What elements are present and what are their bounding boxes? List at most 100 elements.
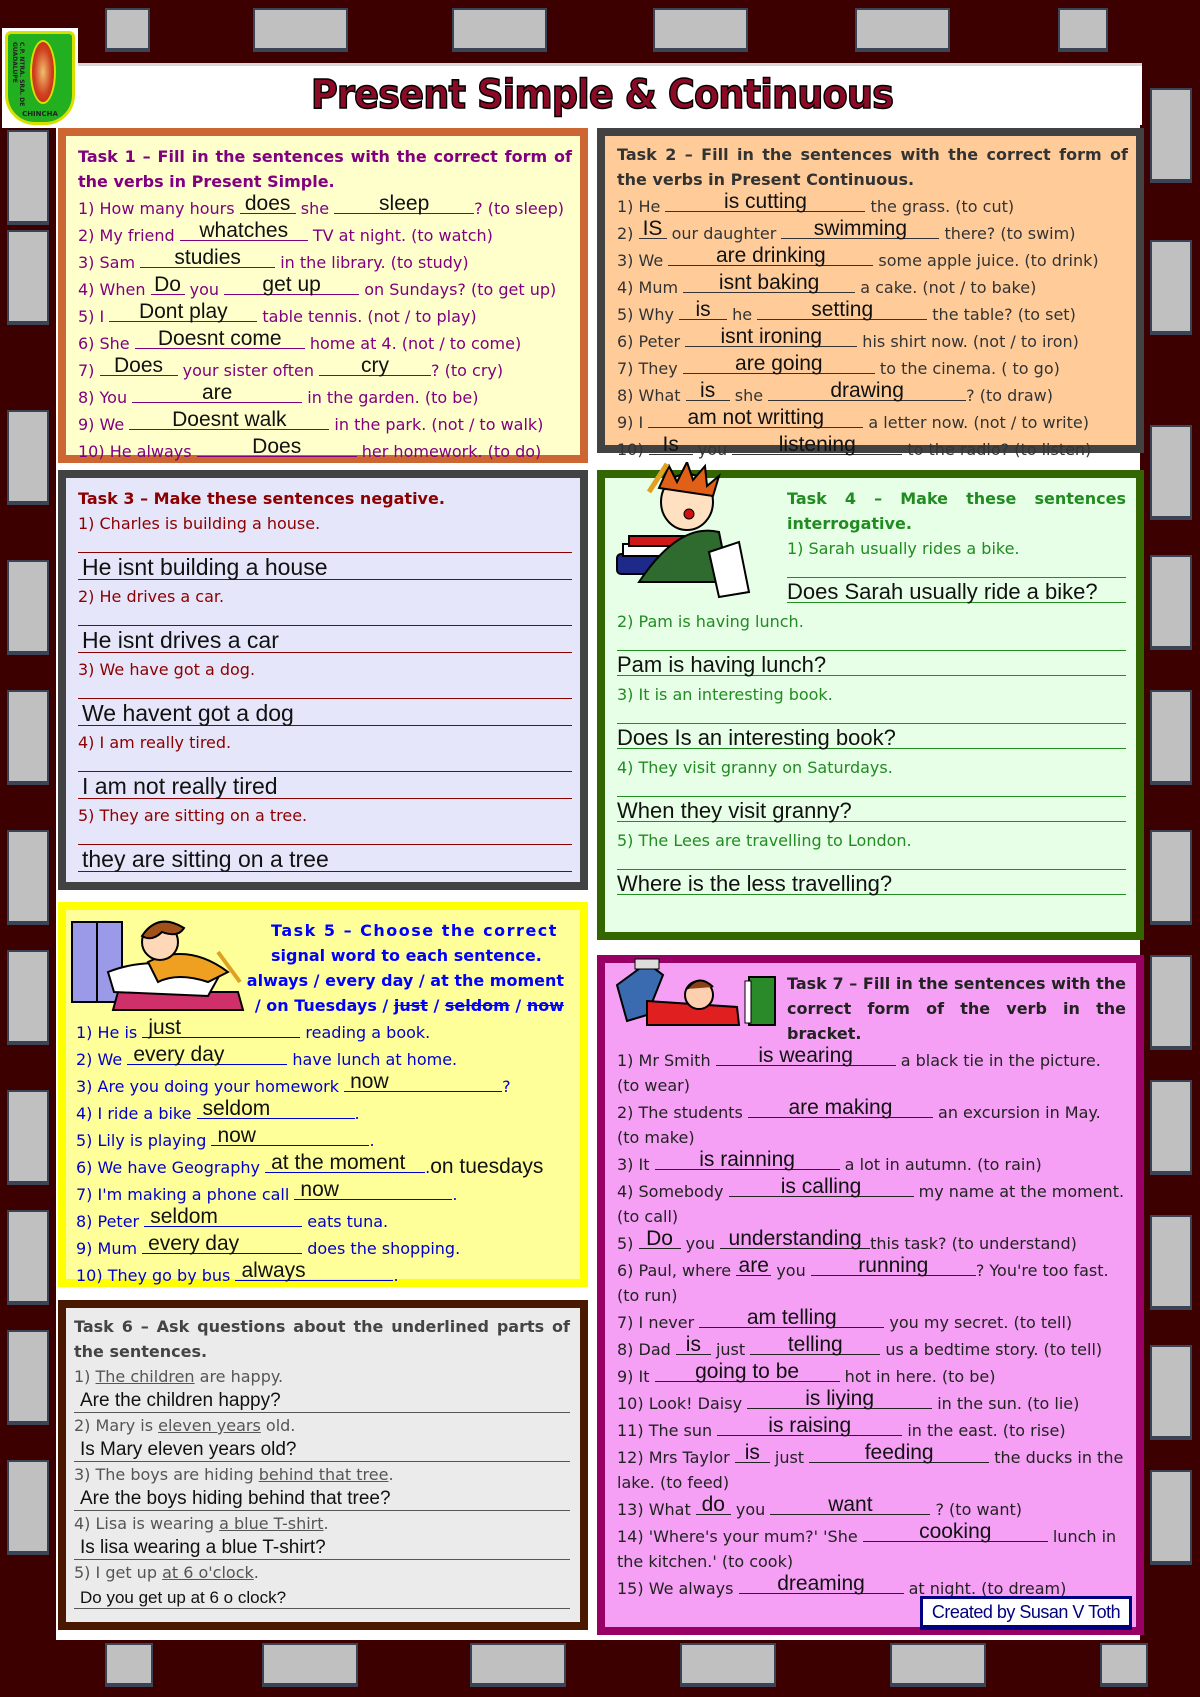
sentence-text: old.: [260, 1416, 296, 1435]
answer-blank[interactable]: is calling: [728, 1176, 914, 1198]
answer-blank[interactable]: swimming: [781, 218, 940, 240]
answer-blank[interactable]: are: [736, 1255, 772, 1277]
sentence-text: our daughter: [666, 224, 782, 243]
answer-line[interactable]: Do you get up at 6 o clock?: [74, 1585, 570, 1609]
answer-line[interactable]: We havent got a dog: [78, 698, 572, 726]
answer-blank[interactable]: whatches: [179, 220, 308, 242]
answer-blank[interactable]: is rainning: [654, 1149, 840, 1171]
answer-blank[interactable]: just: [142, 1016, 301, 1039]
answer-blank[interactable]: seldom: [196, 1098, 355, 1120]
exercise-item: 14) 'Where's your mum?' 'She cooking lun…: [617, 1521, 1126, 1574]
exercise-item: 10) He always Does her homework. (to do): [78, 436, 572, 464]
answer-blank[interactable]: do: [695, 1493, 731, 1516]
answer-blank[interactable]: Is: [648, 434, 693, 456]
task-7-fill-in: Task 7 – Fill in the sentences with the …: [597, 955, 1144, 1635]
answer-blank[interactable]: is liying: [747, 1387, 933, 1410]
answer-text: Do you get up at 6 o clock?: [80, 1588, 287, 1607]
answer-text: studies: [174, 246, 241, 269]
answer-blank[interactable]: isnt baking: [683, 272, 856, 294]
task-1-present-simple: Task 1 – Fill in the sentences with the …: [58, 128, 588, 463]
answer-blank[interactable]: Do: [638, 1228, 681, 1250]
answer-blank[interactable]: every day: [127, 1044, 288, 1066]
answer-blank[interactable]: Doesnt walk: [129, 409, 330, 431]
exercise-item: 6) Peter isnt ironing his shirt now. (no…: [617, 326, 1128, 354]
answer-line[interactable]: He isnt building a house: [78, 552, 572, 580]
answer-blank[interactable]: seldom: [144, 1205, 303, 1228]
answer-blank[interactable]: are making: [747, 1097, 933, 1119]
answer-blank[interactable]: drawing: [768, 380, 967, 402]
boy-reading-book-icon: [607, 955, 777, 1045]
underlined-part: behind that tree: [258, 1465, 389, 1484]
answer-blank[interactable]: does: [239, 193, 296, 215]
answer-blank[interactable]: want: [770, 1494, 931, 1516]
answer-line[interactable]: He isnt drives a car: [78, 625, 572, 653]
answer-blank[interactable]: dreaming: [738, 1573, 904, 1595]
answer-blank[interactable]: cooking: [862, 1521, 1048, 1543]
answer-blank[interactable]: Does: [196, 436, 357, 458]
answer-blank[interactable]: listening: [732, 434, 903, 456]
answer-line[interactable]: Is lisa wearing a blue T-shirt?: [74, 1536, 570, 1560]
film-hole: [105, 1643, 153, 1687]
answer-blank[interactable]: is cutting: [665, 190, 866, 213]
answer-blank[interactable]: studies: [140, 246, 276, 269]
answer-blank[interactable]: now: [294, 1179, 453, 1201]
answer-blank[interactable]: Does: [99, 355, 178, 377]
answer-line[interactable]: Where is the less travelling?: [617, 869, 1126, 896]
answer-blank[interactable]: is: [679, 299, 728, 321]
answer-line[interactable]: Pam is having lunch?: [617, 650, 1126, 677]
answer-text: seldom: [150, 1205, 218, 1228]
separator: /: [427, 996, 445, 1015]
girl-studying-icon: [68, 912, 268, 1012]
answer-blank[interactable]: am not writting: [648, 407, 864, 429]
answer-blank[interactable]: get up: [224, 274, 360, 296]
answer-blank[interactable]: now: [344, 1071, 503, 1093]
answer-blank[interactable]: Dont play: [109, 301, 258, 323]
answer-blank[interactable]: every day: [142, 1233, 303, 1255]
answer-blank[interactable]: am telling: [699, 1307, 885, 1329]
sentence-text: 6) Paul, where: [617, 1261, 737, 1280]
answer-blank[interactable]: are going: [682, 353, 875, 375]
answer-line[interactable]: Are the boys hiding behind that tree?: [74, 1487, 570, 1511]
answer-blank[interactable]: IS: [638, 218, 667, 240]
answer-blank[interactable]: telling: [750, 1334, 881, 1356]
answer-text: is liying: [805, 1387, 875, 1410]
answer-blank[interactable]: at the moment: [265, 1152, 426, 1174]
answer-line[interactable]: When they visit granny?: [617, 796, 1126, 823]
answer-line[interactable]: Does Is an interesting book?: [617, 723, 1126, 750]
answer-blank[interactable]: Doesnt come: [134, 328, 305, 350]
answer-blank[interactable]: Do: [150, 274, 185, 296]
exercise-item: 5) I Dont play table tennis. (not / to p…: [78, 301, 572, 329]
sentence-text: does the shopping.: [302, 1239, 461, 1258]
answer-blank[interactable]: feeding: [809, 1442, 990, 1464]
sentence-text: 7): [78, 361, 100, 380]
answer-blank[interactable]: is wearing: [715, 1045, 896, 1067]
answer-blank[interactable]: is: [734, 1442, 770, 1464]
answer-blank[interactable]: is: [675, 1334, 711, 1356]
answer-blank[interactable]: running: [810, 1255, 976, 1277]
sentence-text: 1) He is: [76, 1023, 143, 1042]
answer-line[interactable]: they are sitting on a tree: [78, 844, 572, 872]
answer-text: do: [701, 1493, 725, 1516]
answer-blank[interactable]: going to be: [654, 1361, 840, 1383]
answer-blank[interactable]: are: [132, 382, 303, 404]
answer-blank[interactable]: are drinking: [668, 245, 874, 267]
answer-line[interactable]: Are the children happy?: [74, 1389, 570, 1413]
answer-blank[interactable]: always: [235, 1260, 394, 1282]
answer-blank[interactable]: setting: [757, 299, 928, 321]
answer-blank[interactable]: is: [685, 380, 730, 402]
answer-line[interactable]: I am not really tired: [78, 771, 572, 799]
exercise-item: 6) We have Geography at the moment .on tu…: [76, 1152, 572, 1180]
answer-line[interactable]: Is Mary eleven years old?: [74, 1438, 570, 1462]
answer-blank[interactable]: sleep: [334, 193, 475, 215]
answer-blank[interactable]: cry: [319, 355, 432, 377]
answer-blank[interactable]: isnt ironing: [685, 326, 858, 348]
sentence-text: .: [452, 1185, 458, 1204]
answer-blank[interactable]: now: [211, 1125, 370, 1147]
answer-line[interactable]: Does Sarah usually ride a bike?: [787, 577, 1126, 604]
answer-text: just: [148, 1016, 182, 1039]
sentence-text: .: [323, 1514, 329, 1533]
answer-blank[interactable]: understanding: [720, 1228, 871, 1250]
answer-text: Pam is having lunch?: [617, 652, 827, 677]
answer-blank[interactable]: is raising: [717, 1415, 903, 1437]
answer-text: is cutting: [724, 190, 807, 213]
